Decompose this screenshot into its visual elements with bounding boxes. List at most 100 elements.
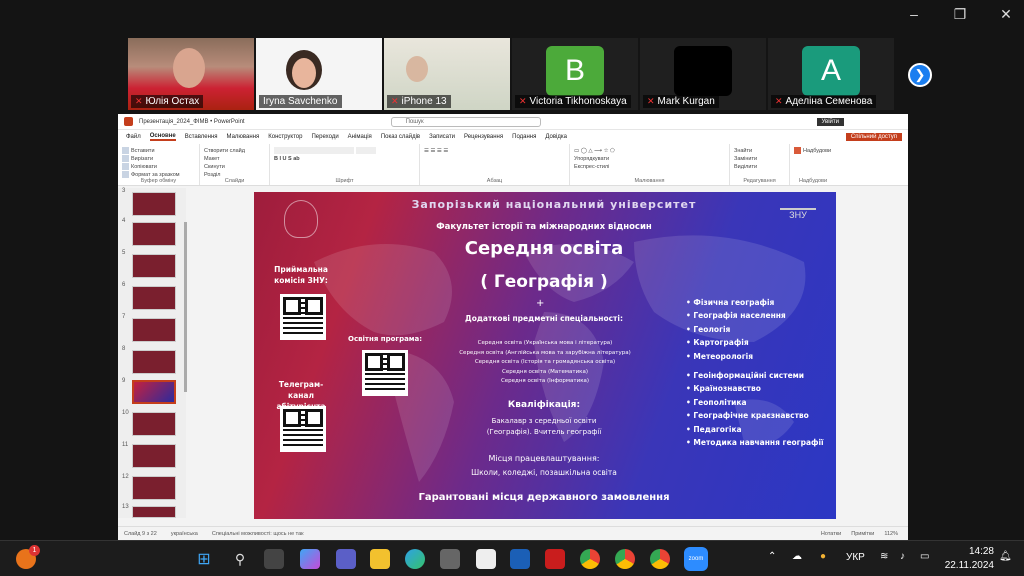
notifications-icon[interactable]: 🔔︎ <box>999 551 1012 562</box>
tab-animations[interactable]: Анімація <box>348 134 372 140</box>
tab-review[interactable]: Рецензування <box>464 134 503 140</box>
slide-thumbnail[interactable] <box>132 286 176 310</box>
new-slide-button[interactable]: Створити слайд <box>204 147 265 155</box>
copilot-icon[interactable] <box>300 549 320 569</box>
participant-tile[interactable]: ✕ iPhone 13 <box>384 38 510 110</box>
comments-button[interactable]: Примітки <box>851 531 874 537</box>
tab-slideshow[interactable]: Показ слайдів <box>381 134 420 140</box>
notes-button[interactable]: Нотатки <box>821 531 841 537</box>
slide-thumbnail[interactable] <box>132 254 176 278</box>
file-explorer-icon[interactable] <box>370 549 390 569</box>
calculator-app-icon[interactable] <box>510 549 530 569</box>
clock-time[interactable]: 14:28 <box>958 546 994 557</box>
chevron-right-icon[interactable]: ❯ <box>908 63 932 87</box>
participant-tile-active-speaker[interactable]: Iryna Savchenko <box>256 38 382 110</box>
slide-thumbnail[interactable] <box>132 506 176 518</box>
task-view-icon[interactable] <box>264 549 284 569</box>
reset-button[interactable]: Скинути <box>204 163 265 171</box>
font-size-select[interactable] <box>356 147 376 155</box>
notepad-icon[interactable] <box>476 549 496 569</box>
tray-overflow-icon[interactable]: ⌃ <box>768 551 776 562</box>
thumb-number: 3 <box>122 188 126 194</box>
tab-insert[interactable]: Вставлення <box>185 134 218 140</box>
slide-thumbnail[interactable] <box>132 192 176 216</box>
arrange-button[interactable]: Упорядкувати <box>574 155 725 163</box>
group-label: Абзац <box>486 178 503 184</box>
tab-help[interactable]: Довідка <box>545 134 567 140</box>
microphone-icon[interactable]: ● <box>820 551 826 562</box>
participant-tile[interactable]: B ✕ Victoria Tikhonoskaya <box>512 38 638 110</box>
chrome-profile-icon[interactable] <box>615 549 635 569</box>
find-button[interactable]: Знайти <box>734 147 785 155</box>
search-icon[interactable]: ⚲ <box>230 549 250 569</box>
specialty-item: Середня освіта (Українська мова і літера… <box>477 340 613 346</box>
participant-strip: ✕ Юлія Остах Iryna Savchenko ✕ iPhone 13 B… <box>128 38 896 110</box>
slide-thumbnail[interactable] <box>132 350 176 374</box>
slide-thumbnail[interactable] <box>132 444 176 468</box>
tab-file[interactable]: Файл <box>126 134 141 140</box>
volume-icon[interactable]: ♪ <box>900 551 905 562</box>
restore-icon[interactable]: ❐ <box>952 6 968 23</box>
pdf-reader-icon[interactable] <box>545 549 565 569</box>
program-label: Освітня програма: <box>348 335 423 343</box>
language-indicator[interactable]: УКР <box>846 552 865 563</box>
language-indicator[interactable]: українська <box>171 531 198 537</box>
cloud-icon[interactable]: ☁ <box>792 551 802 562</box>
slide-thumbnail[interactable] <box>132 222 176 246</box>
replace-button[interactable]: Замінити <box>734 155 785 163</box>
window-controls: – ❐ ✕ <box>906 6 1014 23</box>
zoom-app-icon[interactable]: zoom <box>684 547 708 571</box>
clock-date[interactable]: 22.11.2024 <box>944 560 994 571</box>
tab-record[interactable]: Записати <box>429 134 455 140</box>
wifi-icon[interactable]: ≋ <box>880 551 888 562</box>
close-icon[interactable]: ✕ <box>998 6 1014 23</box>
font-format-buttons[interactable]: B I U S ab <box>274 155 415 163</box>
accessibility-status[interactable]: Спеціальні можливості: щось не так <box>212 531 304 537</box>
start-icon[interactable]: ⊞ <box>194 549 214 569</box>
select-button[interactable]: Виділити <box>734 163 785 171</box>
qr-code-admission[interactable] <box>280 294 326 340</box>
shapes-gallery[interactable]: ▭ ◯ △ ⟶ ☆ ⬠ <box>574 147 725 155</box>
paragraph-buttons[interactable]: ☰ ☰ ☰ ☰ <box>424 147 565 155</box>
tab-home[interactable]: Основне <box>149 133 176 141</box>
participant-tile[interactable]: ✕ Юлія Остах <box>128 38 254 110</box>
qualification-text: Бакалавр з середньої освіти (Географія).… <box>486 417 602 436</box>
slide-thumbnail-selected[interactable] <box>132 380 176 404</box>
qr-code-program[interactable] <box>362 350 408 396</box>
tab-design[interactable]: Конструктор <box>268 134 302 140</box>
participant-tile[interactable]: ✕ Mark Kurgan <box>640 38 766 110</box>
faculty-name: Факультет історії та міжнародних відноси… <box>436 222 652 232</box>
slide-thumbnail[interactable] <box>132 412 176 436</box>
share-button[interactable]: Спільний доступ <box>845 133 902 141</box>
battery-icon[interactable]: ▭ <box>920 551 929 562</box>
chrome-profile-icon[interactable] <box>650 549 670 569</box>
paste-button: Вставити <box>131 148 155 154</box>
tab-view[interactable]: Подання <box>512 134 536 140</box>
guarantee-text: Гарантовані місця державного замовлення <box>418 492 670 503</box>
qr-code-telegram[interactable] <box>280 406 326 452</box>
specialty-item: Середня освіта (Інформатика) <box>500 378 590 384</box>
additional-label: Додаткові предметні спеціальності: <box>465 314 623 323</box>
widgets-icon[interactable]: 1 <box>16 545 40 569</box>
slide-thumbnail[interactable] <box>132 318 176 342</box>
minimize-icon[interactable]: – <box>906 6 922 23</box>
teams-icon[interactable] <box>336 549 356 569</box>
chrome-icon[interactable] <box>580 549 600 569</box>
zoom-level[interactable]: 112% <box>884 531 898 537</box>
workplace-label: Місця працевлаштування: <box>488 454 600 463</box>
layout-button[interactable]: Макет <box>204 155 265 163</box>
university-emblem-icon <box>284 200 318 238</box>
participant-face <box>406 56 428 82</box>
search-input[interactable]: Пошук <box>390 116 541 127</box>
participant-tile[interactable]: A ✕ Аделіна Семенова <box>768 38 894 110</box>
slide-thumbnail[interactable] <box>132 476 176 500</box>
signin-button[interactable]: Увійти <box>816 117 844 126</box>
store-icon[interactable] <box>440 549 460 569</box>
edge-icon[interactable] <box>405 549 425 569</box>
mic-muted-icon: ✕ <box>775 96 783 106</box>
thumbnail-scrollbar[interactable] <box>184 222 187 392</box>
tab-draw[interactable]: Малювання <box>227 134 260 140</box>
tab-transitions[interactable]: Переходи <box>311 134 338 140</box>
quick-styles-button[interactable]: Експрес-стилі <box>574 163 725 171</box>
font-family-select[interactable] <box>274 147 354 155</box>
